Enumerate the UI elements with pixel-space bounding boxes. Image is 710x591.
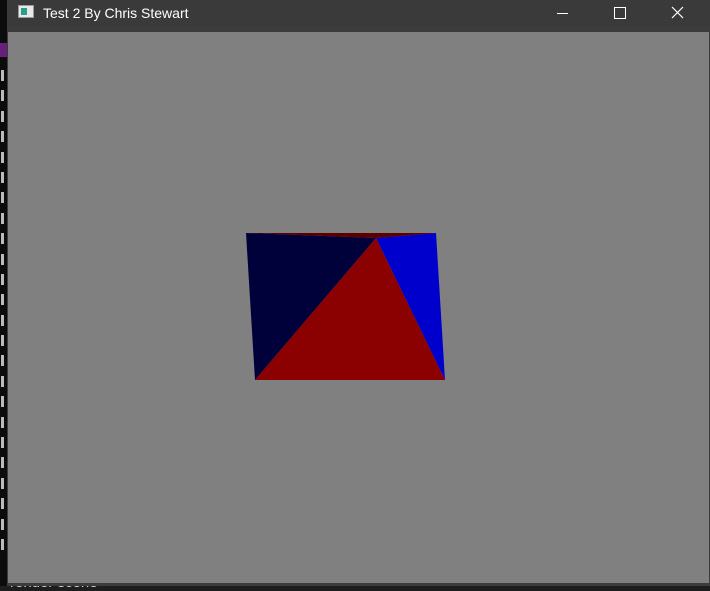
minimize-button[interactable] (533, 0, 591, 26)
maximize-button[interactable] (592, 0, 650, 26)
window-title: Test 2 By Chris Stewart (43, 5, 189, 21)
app-window-icon[interactable] (18, 5, 34, 18)
minimize-icon (557, 13, 568, 14)
maximize-icon (614, 7, 626, 19)
close-icon (671, 6, 684, 19)
background-tab-marker (0, 43, 7, 57)
pyramid-scene (246, 233, 445, 380)
close-button[interactable] (650, 0, 708, 26)
title-bar[interactable]: Test 2 By Chris Stewart (7, 0, 710, 26)
app-window: Test 2 By Chris Stewart (7, 0, 710, 586)
render-viewport[interactable] (8, 32, 709, 583)
